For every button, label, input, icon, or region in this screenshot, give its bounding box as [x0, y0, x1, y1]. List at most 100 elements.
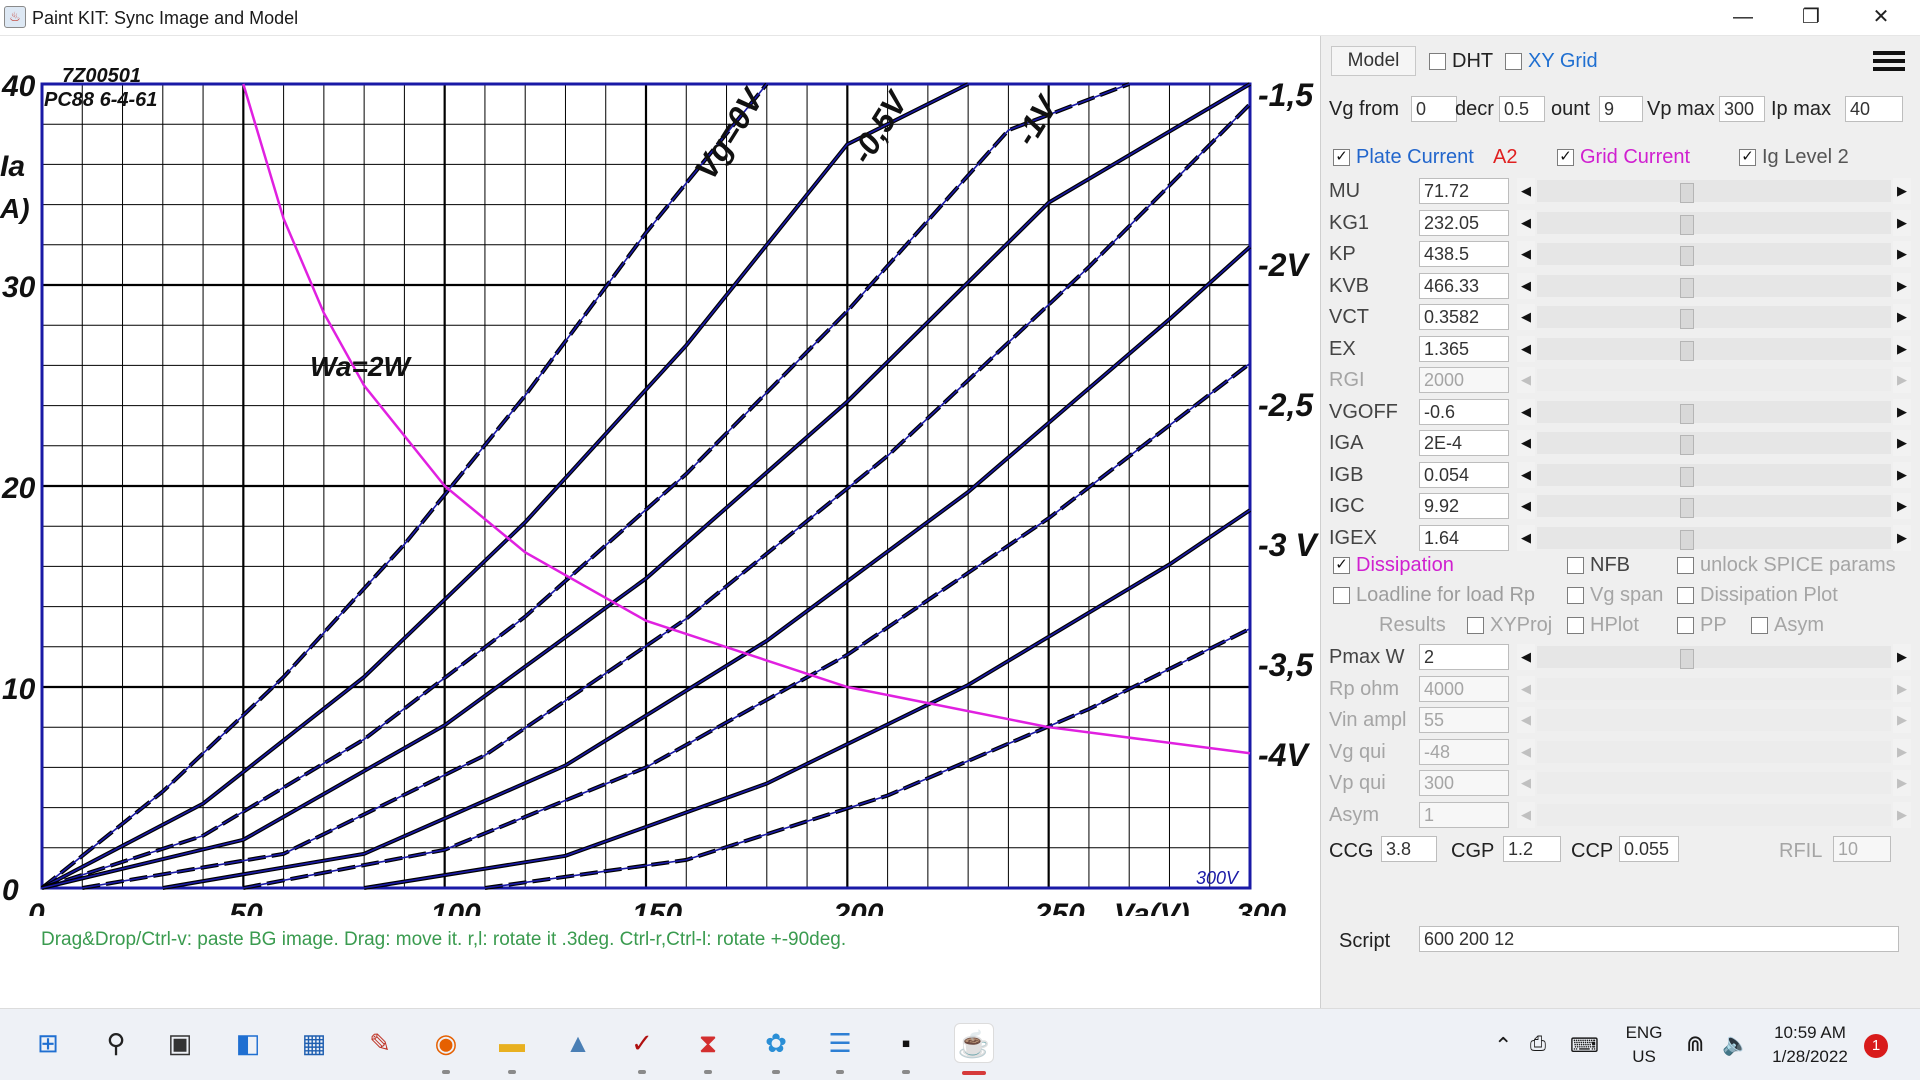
slider-right-arrow-icon[interactable]: ▶: [1893, 367, 1911, 393]
notification-badge[interactable]: 1: [1864, 1034, 1888, 1058]
slider-track[interactable]: [1537, 772, 1891, 794]
param-input[interactable]: 438.5: [1419, 241, 1509, 267]
xy-grid-check-box[interactable]: [1505, 53, 1522, 71]
start-icon[interactable]: ⊞: [28, 1023, 68, 1063]
slider-right-arrow-icon[interactable]: ▶: [1893, 335, 1911, 362]
slider-track[interactable]: [1537, 211, 1891, 235]
slider-right-arrow-icon[interactable]: ▶: [1893, 430, 1911, 456]
cgp-input[interactable]: 1.2: [1503, 836, 1561, 862]
decr-input[interactable]: 0.5: [1499, 96, 1545, 122]
xyproj-checkbox[interactable]: XYProj: [1467, 614, 1552, 637]
language-top[interactable]: ENG: [1620, 1023, 1668, 1043]
dissipation-param-input[interactable]: 4000: [1419, 675, 1509, 702]
slider-thumb[interactable]: [1680, 435, 1694, 455]
clock-date[interactable]: 1/28/2022: [1762, 1047, 1858, 1067]
slider-track[interactable]: [1537, 646, 1891, 669]
slider-right-arrow-icon[interactable]: ▶: [1893, 304, 1911, 330]
firefox-icon[interactable]: ◉: [426, 1023, 466, 1063]
slider-left-arrow-icon[interactable]: ◀: [1517, 304, 1535, 330]
keyboard-icon[interactable]: ⌨: [1570, 1033, 1599, 1058]
wifi-icon[interactable]: ⋒: [1686, 1031, 1704, 1057]
xyproj-check-box[interactable]: [1467, 617, 1484, 635]
slider-thumb[interactable]: [1680, 529, 1694, 550]
slider-right-arrow-icon[interactable]: ▶: [1893, 801, 1911, 828]
slider-thumb[interactable]: [1680, 466, 1694, 487]
slider-track[interactable]: [1537, 369, 1891, 391]
slider-thumb[interactable]: [1680, 277, 1694, 298]
slider-right-arrow-icon[interactable]: ▶: [1893, 770, 1911, 796]
notepad-app-icon[interactable]: ✎: [360, 1023, 400, 1063]
dissipation-plot-check-box[interactable]: [1677, 587, 1694, 605]
plate-current-checkbox[interactable]: ✓ Plate Current: [1333, 146, 1474, 169]
slider-right-arrow-icon[interactable]: ▶: [1893, 707, 1911, 733]
param-slider[interactable]: ◀ ▶: [1517, 178, 1911, 204]
asym-checkbox[interactable]: Asym: [1751, 614, 1824, 637]
slider-track[interactable]: [1537, 740, 1891, 763]
widgets-icon[interactable]: ◧: [228, 1023, 268, 1063]
slider-right-arrow-icon[interactable]: ▶: [1893, 272, 1911, 299]
param-slider[interactable]: ◀ ▶: [1517, 524, 1911, 551]
notes-app-icon[interactable]: ☰: [820, 1023, 860, 1063]
param-input[interactable]: -0.6: [1419, 398, 1509, 425]
slider-track[interactable]: [1537, 400, 1891, 424]
show-hidden-icons-icon[interactable]: ⌃: [1494, 1033, 1512, 1059]
clock-time[interactable]: 10:59 AM: [1762, 1023, 1858, 1043]
dissipation-plot-checkbox[interactable]: Dissipation Plot: [1677, 584, 1838, 607]
param-input[interactable]: 466.33: [1419, 272, 1509, 299]
slider-thumb[interactable]: [1680, 340, 1694, 361]
ccp-input[interactable]: 0.055: [1619, 836, 1679, 862]
asym-check-box[interactable]: [1751, 617, 1768, 635]
param-slider[interactable]: ◀ ▶: [1517, 367, 1911, 393]
slider-thumb[interactable]: [1680, 498, 1694, 518]
task-view-icon[interactable]: ▣: [160, 1023, 200, 1063]
tube-characteristic-chart[interactable]: 0 50 100 150 200 250 300 0 10 20 30 40 Va(V) Ia A) 7Z00…: [0, 36, 1320, 916]
paint-app-icon[interactable]: ✿: [756, 1023, 796, 1063]
slider-right-arrow-icon[interactable]: ▶: [1893, 524, 1911, 551]
ccg-input[interactable]: 3.8: [1381, 836, 1437, 862]
dissipation-checkbox[interactable]: ✓ Dissipation: [1333, 554, 1454, 577]
param-slider[interactable]: ◀ ▶: [1517, 493, 1911, 519]
slider-thumb[interactable]: [1680, 214, 1694, 235]
slider-thumb[interactable]: [1680, 183, 1694, 203]
slider-left-arrow-icon[interactable]: ◀: [1517, 335, 1535, 362]
param-slider[interactable]: ◀ ▶: [1517, 304, 1911, 330]
studio-app-icon[interactable]: ✓: [622, 1023, 662, 1063]
slider-track[interactable]: [1537, 495, 1891, 518]
store-icon[interactable]: ▦: [294, 1023, 334, 1063]
param-input[interactable]: 0.3582: [1419, 304, 1509, 330]
slider-track[interactable]: [1537, 337, 1891, 361]
slider-track[interactable]: [1537, 677, 1891, 700]
dissipation-param-slider[interactable]: ◀ ▶: [1517, 644, 1911, 670]
dissipation-param-input[interactable]: 300: [1419, 770, 1509, 796]
search-icon[interactable]: ⚲: [96, 1023, 136, 1063]
param-slider[interactable]: ◀ ▶: [1517, 398, 1911, 425]
slider-left-arrow-icon[interactable]: ◀: [1517, 461, 1535, 488]
slider-left-arrow-icon[interactable]: ◀: [1517, 178, 1535, 204]
slider-left-arrow-icon[interactable]: ◀: [1517, 430, 1535, 456]
slider-left-arrow-icon[interactable]: ◀: [1517, 707, 1535, 733]
slider-track[interactable]: [1537, 709, 1891, 731]
slider-left-arrow-icon[interactable]: ◀: [1517, 524, 1535, 551]
minimize-button[interactable]: —: [1710, 0, 1776, 34]
acrobat-icon[interactable]: ⧗: [688, 1023, 728, 1063]
slider-thumb[interactable]: [1680, 649, 1694, 669]
param-input[interactable]: 71.72: [1419, 178, 1509, 204]
drive-icon[interactable]: ▲: [558, 1023, 598, 1063]
dissipation-param-slider[interactable]: ◀ ▶: [1517, 738, 1911, 765]
grid-current-check-box[interactable]: ✓: [1557, 149, 1574, 167]
usb-icon[interactable]: ⎙: [1530, 1033, 1546, 1056]
loadline-checkbox[interactable]: Loadline for load Rp: [1333, 584, 1535, 607]
param-slider[interactable]: ◀ ▶: [1517, 241, 1911, 267]
param-input[interactable]: 2E-4: [1419, 430, 1509, 456]
vg-span-checkbox[interactable]: Vg span: [1567, 584, 1663, 607]
dissipation-check-box[interactable]: ✓: [1333, 557, 1350, 575]
param-input[interactable]: 1.365: [1419, 335, 1509, 362]
vp-max-input[interactable]: 300: [1719, 96, 1765, 122]
slider-right-arrow-icon[interactable]: ▶: [1893, 209, 1911, 236]
slider-track[interactable]: [1537, 243, 1891, 266]
dissipation-param-input[interactable]: 55: [1419, 707, 1509, 733]
slider-track[interactable]: [1537, 526, 1891, 550]
slider-left-arrow-icon[interactable]: ◀: [1517, 241, 1535, 267]
dissipation-param-input[interactable]: 1: [1419, 801, 1509, 828]
slider-right-arrow-icon[interactable]: ▶: [1893, 241, 1911, 267]
